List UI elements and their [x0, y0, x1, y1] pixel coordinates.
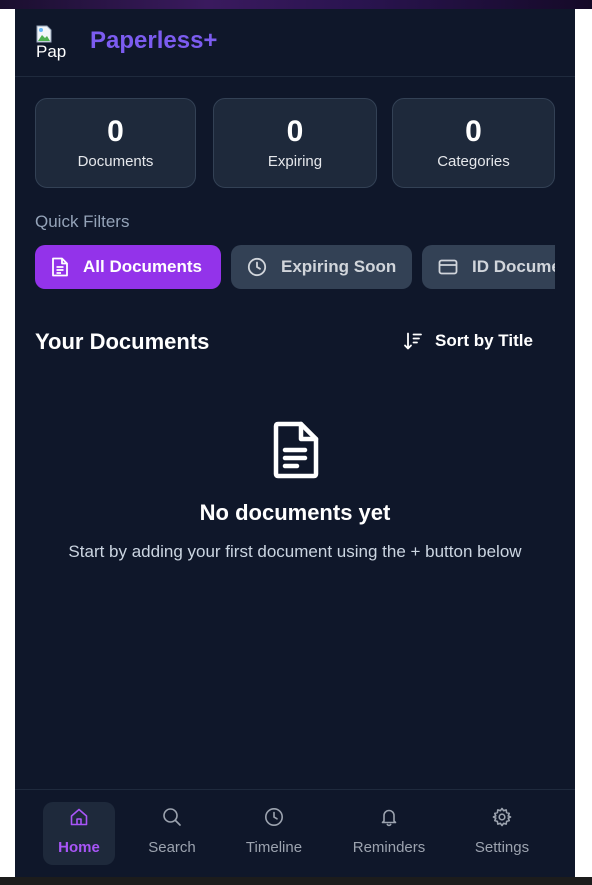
chip-label: All Documents: [83, 257, 203, 276]
quick-filters-label: Quick Filters: [35, 212, 130, 231]
clock-icon: [247, 257, 267, 277]
logo-alt-text: Pap: [36, 42, 67, 61]
id-card-icon: [438, 259, 458, 275]
stat-categories[interactable]: 0 Categories: [392, 98, 555, 188]
nav-timeline[interactable]: Timeline: [234, 802, 314, 865]
nav-search[interactable]: Search: [136, 802, 208, 865]
stat-value: 0: [107, 115, 124, 148]
search-icon: [163, 808, 181, 826]
bell-icon: [381, 809, 397, 827]
taskbar-strip: [0, 877, 592, 885]
nav-label: Reminders: [352, 839, 426, 856]
app-frame: Pap Paperless+ 0 Documents 0 Expiring 0 …: [15, 9, 575, 877]
browser-top-strip: [0, 0, 592, 9]
nav-label: Timeline: [245, 839, 303, 856]
nav-label: Settings: [474, 839, 530, 856]
file-text-icon: [52, 257, 68, 277]
chip-expiring-soon[interactable]: Expiring Soon: [231, 245, 412, 289]
stat-documents[interactable]: 0 Documents: [35, 98, 196, 188]
app-header: Pap Paperless+: [15, 9, 575, 77]
your-documents-heading: Your Documents: [35, 329, 210, 354]
nav-reminders[interactable]: Reminders: [344, 802, 434, 865]
quick-filter-chips: All Documents Expiring Soon ID Documents: [35, 245, 555, 290]
sort-label: Sort by Title: [435, 331, 533, 350]
stat-expiring[interactable]: 0 Expiring: [213, 98, 377, 188]
nav-settings[interactable]: Settings: [465, 802, 539, 865]
chip-label: ID Documents: [472, 257, 555, 276]
home-icon: [70, 808, 88, 826]
stat-label: Expiring: [267, 153, 323, 170]
stat-label: Categories: [437, 153, 510, 170]
empty-state-text: Start by adding your first document usin…: [68, 542, 522, 561]
empty-document-icon: [273, 421, 319, 479]
bottom-navigation: Home Search Timeline Reminders Settings: [15, 789, 575, 877]
app-title: Paperless+: [90, 27, 218, 54]
sort-icon: [404, 332, 422, 350]
gear-icon: [492, 807, 512, 827]
broken-image-icon: [36, 25, 52, 43]
chip-label: Expiring Soon: [281, 257, 397, 276]
window-left-edge: [0, 9, 15, 877]
stat-label: Documents: [77, 153, 154, 170]
nav-home[interactable]: Home: [43, 802, 115, 865]
clock-icon: [265, 808, 283, 826]
nav-label: Home: [58, 839, 100, 856]
chip-id-documents[interactable]: ID Documents: [422, 245, 555, 289]
stat-value: 0: [465, 115, 482, 148]
chip-all-documents[interactable]: All Documents: [35, 245, 221, 289]
app-logo: Pap: [34, 23, 72, 61]
empty-state-title: No documents yet: [199, 500, 391, 525]
nav-label: Search: [148, 839, 196, 856]
sort-button[interactable]: Sort by Title: [403, 331, 533, 351]
stat-value: 0: [286, 115, 304, 148]
window-right-edge: [575, 9, 592, 877]
